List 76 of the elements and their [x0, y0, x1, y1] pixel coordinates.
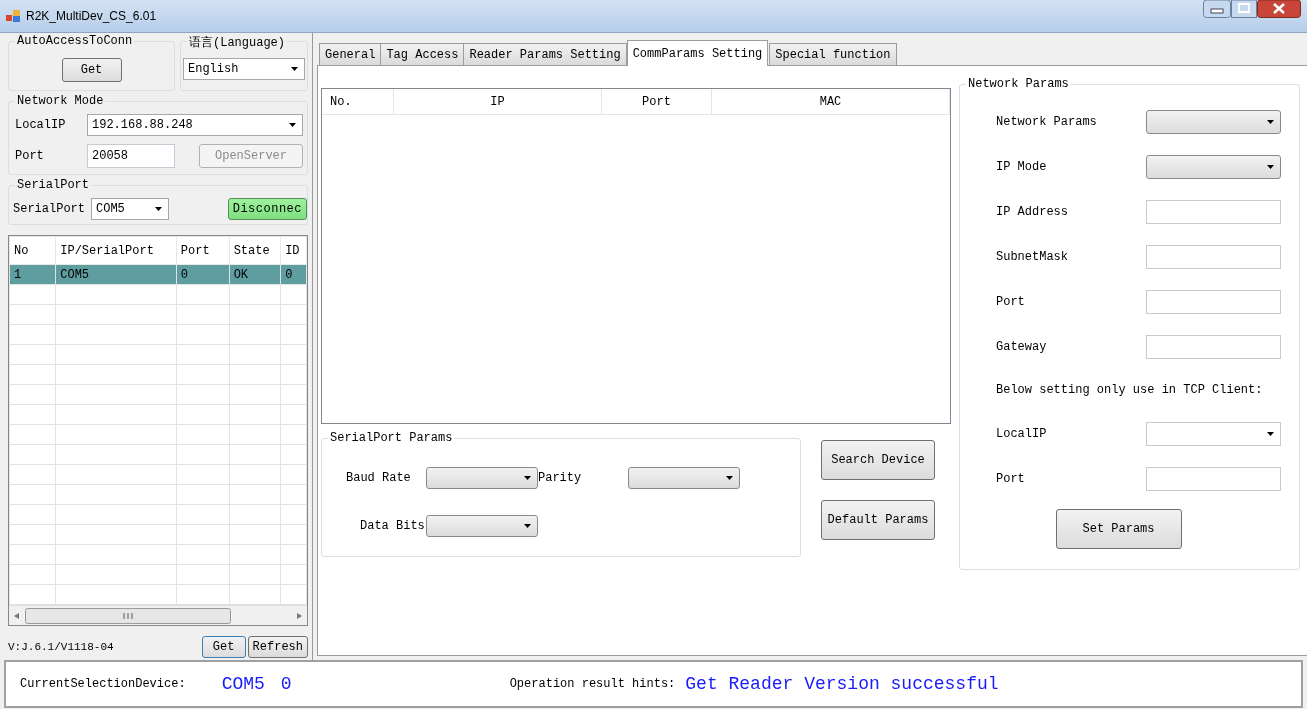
tab[interactable]: Special function	[769, 43, 897, 65]
input-field[interactable]	[1146, 244, 1281, 269]
column-header[interactable]: MAC	[712, 89, 950, 114]
search-device-button[interactable]: Search Device	[821, 440, 935, 480]
status-label: CurrentSelectionDevice:	[20, 677, 186, 691]
field-label: IP Mode	[996, 159, 1047, 174]
status-message: Get Reader Version successful	[685, 674, 999, 694]
table-row[interactable]: 1 COM5 0 OK 0	[9, 264, 307, 285]
caret-icon	[1267, 431, 1274, 436]
field-label: Port	[996, 471, 1025, 486]
input-field[interactable]	[1146, 289, 1281, 314]
get-button[interactable]: Get	[201, 636, 246, 658]
port-field[interactable]: 20058	[87, 144, 175, 168]
caret-icon	[524, 476, 531, 480]
window-title: R2K_MultiDev_CS_6.01	[26, 9, 158, 23]
caret-icon	[291, 67, 298, 71]
caret-icon	[726, 476, 733, 480]
field-label: LocalIP	[996, 426, 1047, 441]
scrollbar-thumb[interactable]	[25, 607, 231, 624]
dropdown[interactable]	[426, 467, 538, 489]
field-label: Network Params	[996, 114, 1097, 129]
tab[interactable]: Reader Params Setting	[463, 43, 627, 65]
field-label: SerialPort	[13, 202, 85, 216]
input-field[interactable]	[1146, 466, 1281, 491]
refresh-button[interactable]: Refresh	[247, 636, 308, 658]
note-text: Below setting only use in TCP Client:	[996, 382, 1264, 399]
input-field[interactable]	[1146, 334, 1281, 359]
dropdown[interactable]	[426, 515, 538, 537]
caret-icon	[1267, 164, 1274, 169]
serial-port-dropdown[interactable]: COM5	[91, 198, 169, 220]
field-label: SubnetMask	[996, 249, 1068, 264]
column-header[interactable]: Port	[602, 89, 712, 114]
tab[interactable]: Tag Access	[380, 43, 465, 65]
maximize-icon[interactable]	[1231, 0, 1257, 18]
app-icon	[6, 10, 20, 22]
field-label: Port	[15, 149, 45, 163]
tab[interactable]: CommParams Setting	[626, 40, 769, 66]
group-title: 语言(Language)	[187, 34, 287, 51]
version-label: V:J.6.1/V1118-04	[8, 641, 114, 653]
field-label: Gateway	[996, 339, 1047, 354]
disconnect-button[interactable]: Disconnec	[227, 198, 307, 220]
device-name: COM5	[221, 674, 265, 694]
dropdown[interactable]	[1146, 421, 1281, 446]
caret-icon	[524, 524, 531, 528]
device-list[interactable]: No. IP Port MAC	[321, 88, 951, 424]
caret-icon	[1267, 119, 1274, 124]
default-params-button[interactable]: Default Params	[821, 500, 935, 540]
column-header[interactable]: IP/SerialPort	[55, 236, 177, 265]
status-label: Operation result hints:	[509, 677, 676, 691]
dropdown[interactable]	[628, 467, 740, 489]
field-label: IP Address	[996, 204, 1068, 219]
field-label: Baud Rate	[346, 471, 412, 485]
field-label: Data Bits	[359, 519, 426, 533]
field-label: Port	[996, 294, 1025, 309]
table-cell: 1	[9, 264, 56, 285]
tab[interactable]: General	[319, 43, 382, 65]
caret-icon	[155, 207, 162, 211]
close-icon[interactable]	[1257, 0, 1301, 18]
input-field[interactable]	[1146, 199, 1281, 224]
column-header[interactable]: State	[229, 236, 281, 265]
field-label: LocalIP	[15, 118, 67, 132]
device-id: 0	[280, 674, 292, 694]
caret-icon	[289, 123, 296, 127]
dropdown[interactable]	[1146, 109, 1281, 134]
get-button[interactable]: Get	[61, 58, 122, 82]
column-header[interactable]: No.	[322, 89, 394, 114]
column-header[interactable]: IP	[394, 89, 602, 114]
dropdown[interactable]	[1146, 154, 1281, 179]
minimize-icon[interactable]	[1203, 0, 1231, 18]
local-ip-dropdown[interactable]: 192.168.88.248	[87, 114, 303, 136]
field-label: Parity	[538, 471, 583, 485]
language-dropdown[interactable]: English	[183, 58, 305, 80]
column-header[interactable]: Port	[176, 236, 230, 265]
column-header[interactable]: ID	[280, 236, 307, 265]
column-header[interactable]: No	[9, 236, 56, 265]
set-params-button[interactable]: Set Params	[1055, 509, 1182, 549]
